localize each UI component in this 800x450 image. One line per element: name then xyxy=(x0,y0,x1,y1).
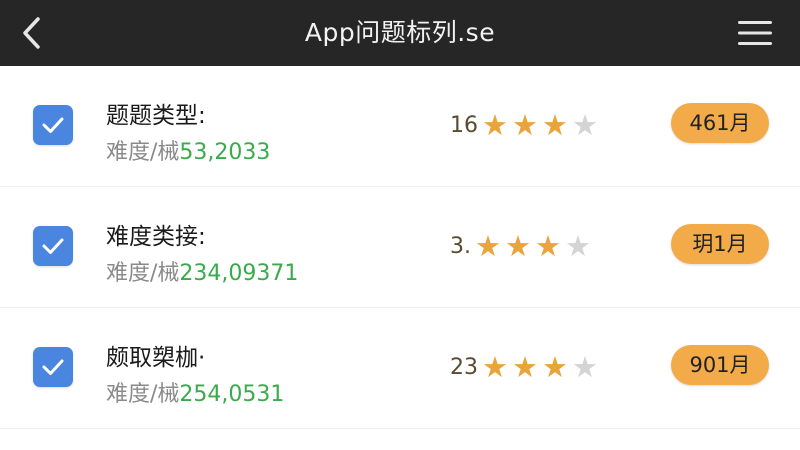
star-filled-icon: ★ xyxy=(542,108,568,142)
star-empty-icon: ★ xyxy=(572,350,598,384)
item-subtitle: 难度/械234,09371 xyxy=(106,255,298,287)
menu-button[interactable] xyxy=(736,18,774,48)
star-filled-icon: ★ xyxy=(512,350,538,384)
checkmark-icon xyxy=(42,117,64,133)
star-filled-icon: ★ xyxy=(505,229,531,263)
star-filled-icon: ★ xyxy=(542,350,568,384)
difficulty-label: 难度/械 xyxy=(106,140,180,165)
hamburger-menu-icon xyxy=(738,21,772,45)
star-empty-icon: ★ xyxy=(572,108,598,142)
checkmark-icon xyxy=(42,238,64,254)
month-badge[interactable]: 461月 xyxy=(671,103,769,143)
star-empty-icon: ★ xyxy=(565,229,591,263)
month-badge[interactable]: 901月 xyxy=(671,345,769,385)
list-item[interactable]: 题题类型: 难度/械53,2033 16 ★ ★ ★ ★ 461月 xyxy=(0,66,800,187)
difficulty-label: 难度/械 xyxy=(106,382,180,407)
app-header: App问题标列.se xyxy=(0,0,800,66)
difficulty-label: 难度/械 xyxy=(106,261,180,286)
rating: 16 ★ ★ ★ ★ xyxy=(450,108,600,142)
star-filled-icon: ★ xyxy=(535,229,561,263)
list-item[interactable]: 颇取槊枷· 难度/械254,0531 23 ★ ★ ★ ★ 901月 xyxy=(0,308,800,429)
difficulty-value: 53,2033 xyxy=(179,140,271,165)
month-badge[interactable]: 玥1月 xyxy=(671,224,769,264)
page-title: App问题标列.se xyxy=(304,18,496,47)
rating: 23 ★ ★ ★ ★ xyxy=(450,350,600,384)
rating-number: 23 xyxy=(450,354,478,380)
checkmark-icon xyxy=(42,359,64,375)
item-title: 难度类接: xyxy=(106,224,206,250)
checkbox[interactable] xyxy=(33,347,73,387)
star-filled-icon: ★ xyxy=(475,229,501,263)
item-title: 题题类型: xyxy=(106,103,206,129)
checkbox[interactable] xyxy=(33,226,73,266)
rating-number: 16 xyxy=(450,112,478,138)
item-title: 颇取槊枷· xyxy=(106,345,206,371)
star-filled-icon: ★ xyxy=(512,108,538,142)
checkbox[interactable] xyxy=(33,105,73,145)
list-item[interactable]: 难度类接: 难度/械234,09371 3. ★ ★ ★ ★ 玥1月 xyxy=(0,187,800,308)
item-subtitle: 难度/械254,0531 xyxy=(106,376,284,408)
star-filled-icon: ★ xyxy=(482,350,508,384)
rating-number: 3. xyxy=(450,233,471,259)
item-subtitle: 难度/械53,2033 xyxy=(106,134,270,166)
difficulty-value: 234,09371 xyxy=(179,261,299,286)
question-list: 题题类型: 难度/械53,2033 16 ★ ★ ★ ★ 461月 难度类接: … xyxy=(0,66,800,429)
difficulty-value: 254,0531 xyxy=(179,382,285,407)
rating: 3. ★ ★ ★ ★ xyxy=(450,229,593,263)
star-filled-icon: ★ xyxy=(482,108,508,142)
